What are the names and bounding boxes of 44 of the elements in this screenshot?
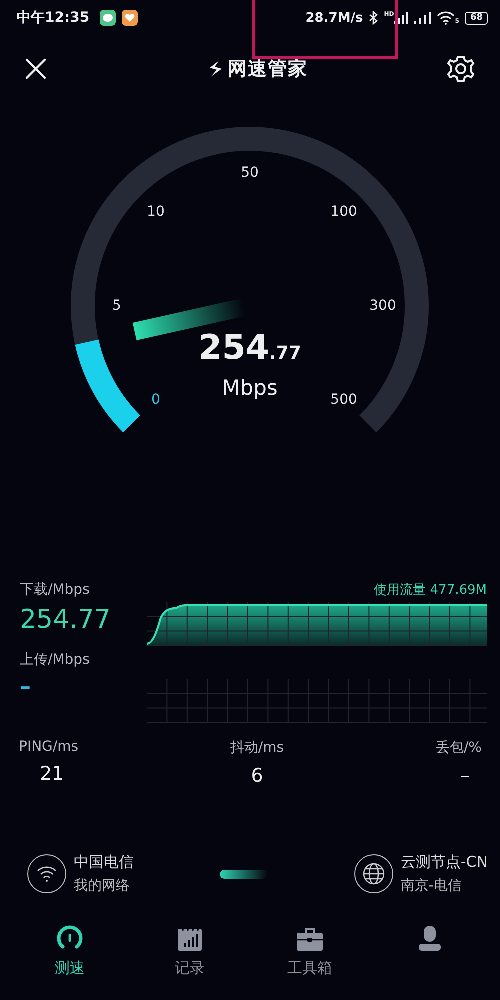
gauge-tick-label: 100	[330, 204, 358, 220]
bluetooth-icon	[369, 11, 378, 25]
gauge-tick-label: 500	[330, 392, 358, 408]
wifi-icon	[437, 11, 456, 25]
close-icon[interactable]	[25, 58, 47, 80]
gauge-tick-label: 5	[112, 298, 122, 314]
signal-icon	[394, 12, 408, 24]
metric-value: –	[460, 765, 470, 787]
gauge-tick-label: 50	[241, 165, 259, 181]
network-speed: 28.7M/s	[306, 10, 364, 26]
app-title: 网速管家	[228, 57, 308, 82]
tab-item[interactable]: 测速	[30, 925, 110, 978]
network-label: 我的网络	[74, 877, 131, 895]
chat-app-icon	[100, 10, 116, 26]
person-icon	[416, 925, 444, 953]
speed-reading: 254.77	[198, 328, 302, 370]
metric-label: 丢包/%	[436, 739, 482, 757]
gauge-tick-label: 0	[152, 392, 160, 408]
connection-bar	[220, 870, 268, 878]
upload-label: 上传/Mbps	[20, 651, 91, 669]
speed-unit: Mbps	[222, 376, 278, 400]
upload-value: –	[20, 675, 32, 700]
data-usage-label: 使用流量 477.69M	[374, 582, 487, 599]
metric-label: 抖动/ms	[230, 739, 284, 757]
battery-level: 68	[465, 12, 488, 24]
download-label: 下载/Mbps	[20, 581, 91, 599]
server-name: 云测节点-CN	[400, 853, 488, 872]
wifi-icon	[27, 854, 67, 894]
network-name: 中国电信	[74, 853, 134, 872]
heart-app-icon	[122, 10, 138, 26]
settings-icon[interactable]	[446, 54, 476, 84]
metric-value: 21	[40, 763, 64, 785]
tab-item[interactable]: 工具箱	[270, 925, 350, 978]
toolbox-icon	[296, 925, 324, 953]
server-location: 南京-电信	[400, 877, 463, 895]
metric-label: PING/ms	[19, 739, 79, 755]
tab-item[interactable]: 记录	[150, 925, 230, 978]
globe-icon	[354, 854, 394, 894]
metric-value: 6	[251, 765, 264, 787]
download-value: 254.77	[20, 605, 111, 635]
signal-icon	[414, 12, 432, 24]
clock-time: 中午12:35	[17, 9, 90, 27]
gauge-tick-label: 300	[370, 298, 396, 314]
gauge-tick-label: 10	[147, 204, 165, 220]
